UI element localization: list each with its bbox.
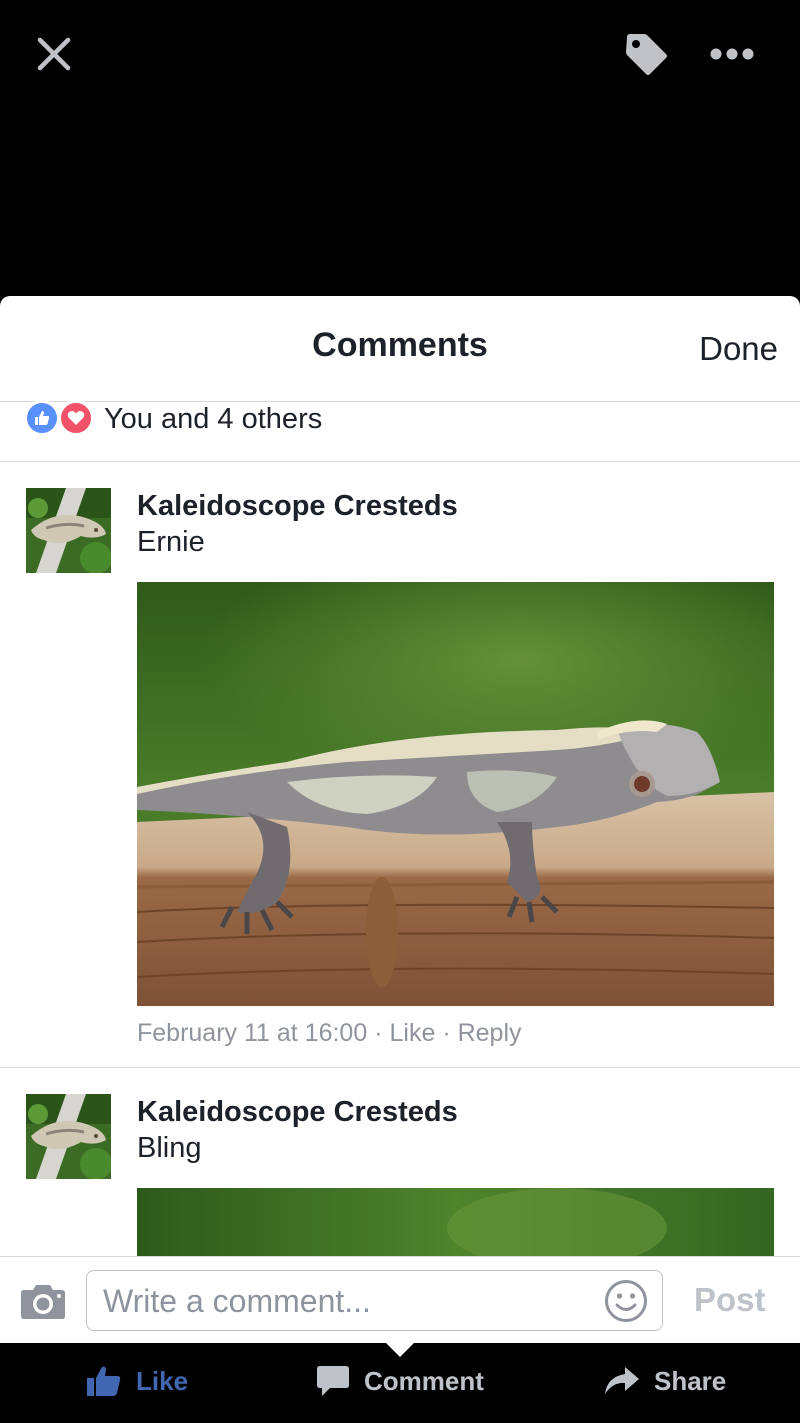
reaction-summary-text[interactable]: You and 4 others bbox=[104, 403, 322, 436]
tag-button[interactable] bbox=[620, 28, 672, 80]
post-button[interactable]: Post bbox=[694, 1281, 766, 1319]
emoji-icon bbox=[605, 1280, 647, 1322]
comment-reply-link[interactable]: Reply bbox=[458, 1019, 522, 1047]
comment-photo[interactable] bbox=[137, 582, 774, 1006]
share-button[interactable]: Share bbox=[604, 1363, 726, 1399]
share-arrow-icon bbox=[604, 1366, 640, 1396]
camera-button[interactable] bbox=[20, 1281, 66, 1321]
comment-text: Ernie bbox=[137, 526, 205, 558]
sheet-header: Comments Done bbox=[0, 296, 800, 402]
tag-icon bbox=[626, 34, 667, 75]
more-options-icon bbox=[710, 48, 754, 60]
comment-button[interactable]: Comment bbox=[316, 1363, 484, 1399]
meta-separator: · bbox=[442, 1019, 451, 1047]
meta-separator: · bbox=[374, 1019, 383, 1047]
action-bar: Like Comment Share bbox=[0, 1343, 800, 1423]
like-reaction-icon bbox=[24, 400, 60, 436]
avatar[interactable] bbox=[26, 488, 111, 573]
comment-label: Comment bbox=[364, 1365, 484, 1396]
emoji-button[interactable] bbox=[604, 1279, 648, 1323]
sheet-title: Comments bbox=[312, 326, 488, 364]
share-label: Share bbox=[654, 1365, 727, 1396]
comment-input-box[interactable] bbox=[86, 1270, 663, 1331]
comment-meta: February 11 at 16:00 · Like · Reply bbox=[137, 1018, 774, 1048]
avatar[interactable] bbox=[26, 1094, 111, 1179]
comment-timestamp[interactable]: February 11 at 16:00 bbox=[137, 1019, 367, 1047]
comment-composer: Post bbox=[0, 1256, 800, 1343]
comment-item: Kaleidoscope Cresteds Ernie February 11 … bbox=[0, 462, 800, 1068]
thumbs-up-icon bbox=[86, 1365, 122, 1397]
comment-text: Bling bbox=[137, 1132, 202, 1164]
like-label: Like bbox=[136, 1365, 189, 1396]
composer-pointer bbox=[386, 1343, 414, 1357]
comment-like-link[interactable]: Like bbox=[389, 1019, 435, 1047]
reactions-summary[interactable]: You and 4 others bbox=[0, 400, 800, 462]
like-button[interactable]: Like bbox=[86, 1363, 188, 1399]
comment-item: Kaleidoscope Cresteds Bling bbox=[0, 1068, 800, 1278]
comments-sheet: Comments Done You and 4 others Kaleidosc… bbox=[0, 296, 800, 1343]
comment-input[interactable] bbox=[103, 1279, 593, 1323]
reaction-icons bbox=[24, 400, 96, 436]
camera-icon bbox=[21, 1285, 65, 1319]
comment-author[interactable]: Kaleidoscope Cresteds bbox=[137, 1094, 774, 1130]
comment-author[interactable]: Kaleidoscope Cresteds bbox=[137, 488, 774, 524]
close-button[interactable] bbox=[30, 30, 78, 78]
comment-bubble-icon bbox=[316, 1364, 350, 1398]
photo-viewer-topbar bbox=[0, 0, 800, 296]
close-icon bbox=[37, 37, 71, 71]
love-reaction-icon bbox=[58, 400, 94, 436]
done-button[interactable]: Done bbox=[699, 330, 778, 368]
more-options-button[interactable] bbox=[704, 34, 760, 74]
